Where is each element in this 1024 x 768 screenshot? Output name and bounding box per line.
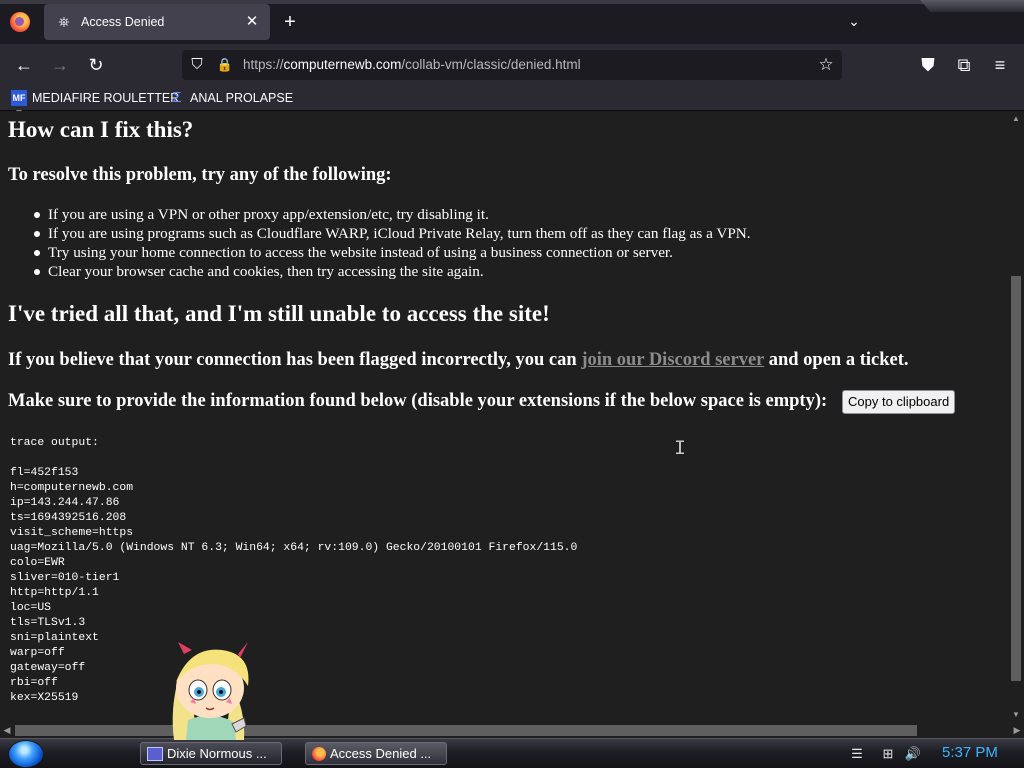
cartoon-mascot-image xyxy=(172,642,249,740)
tab-strip: ⛯ Access Denied ✕ + ⌄ xyxy=(0,0,1024,44)
chevron-down-icon[interactable]: ⌄ xyxy=(845,13,863,31)
bookmark-mediafire-rouletter[interactable]: MF T MEDIAFIRE ROULETTER xyxy=(11,89,180,119)
taskbar-button-access-denied[interactable]: Access Denied ... xyxy=(305,742,447,765)
flagged-text-after: and open a ticket. xyxy=(764,350,909,370)
list-item: If you are using a VPN or other proxy ap… xyxy=(34,205,751,224)
page-content: How can I fix this? To resolve this prob… xyxy=(0,111,1008,723)
heading-how-to-fix: How can I fix this? xyxy=(8,117,194,142)
scroll-down-icon[interactable]: ▼ xyxy=(1008,709,1024,721)
scroll-right-icon[interactable]: ▶ xyxy=(1010,723,1024,738)
discord-link[interactable]: join our Discord server xyxy=(581,350,764,370)
copy-to-clipboard-button[interactable]: Copy to clipboard xyxy=(842,390,956,414)
tab-access-denied[interactable]: ⛯ Access Denied ✕ xyxy=(44,4,270,40)
network-icon[interactable]: ⊞ xyxy=(880,745,896,763)
taskbar: Dixie Normous ... Access Denied ... ☰ ⊞ … xyxy=(0,738,1024,768)
bookmark-anal-prolapse[interactable]: Σ ANAL PROLAPSE xyxy=(169,89,293,107)
vertical-scroll-thumb[interactable] xyxy=(1011,276,1021,681)
trace-output[interactable]: trace output: fl=452f153 h=computernewb.… xyxy=(10,436,577,706)
bookmark-label: MEDIAFIRE ROULETTER xyxy=(32,91,180,105)
heading-still-unable: I've tried all that, and I'm still unabl… xyxy=(8,301,550,326)
scroll-up-icon[interactable]: ▲ xyxy=(1008,113,1024,125)
tab-favicon-icon: ⛯ xyxy=(58,14,70,30)
mediafire-bookmark-icon: MF T xyxy=(11,90,27,119)
navigation-toolbar: ← → ↻ ⛉ 🔒 https://computernewb.com/colla… xyxy=(0,44,1024,86)
bookmark-star-icon[interactable]: ☆ xyxy=(816,55,836,75)
reload-button[interactable]: ↻ xyxy=(85,54,107,76)
sigma-bookmark-icon: Σ xyxy=(172,89,182,106)
start-button[interactable] xyxy=(8,740,44,768)
url-scheme: https:// xyxy=(243,57,284,72)
bookmark-label: ANAL PROLAPSE xyxy=(190,91,294,105)
scroll-left-icon[interactable]: ◀ xyxy=(0,723,14,738)
tray-overflow-icon[interactable]: ☰ xyxy=(846,745,868,763)
list-item: Clear your browser cache and cookies, th… xyxy=(34,262,751,281)
url-path: /collab-vm/classic/denied.html xyxy=(401,57,581,72)
forward-button[interactable]: → xyxy=(49,54,71,76)
vertical-scrollbar[interactable]: ▲ ▼ xyxy=(1008,111,1024,723)
tab-title: Access Denied xyxy=(81,15,165,29)
flagged-paragraph: If you believe that your connection has … xyxy=(8,350,909,371)
lock-icon[interactable]: 🔒 xyxy=(216,56,234,74)
text-cursor-icon: I xyxy=(674,438,687,461)
info-instruction: Make sure to provide the information fou… xyxy=(8,391,828,411)
taskbar-button-label: Dixie Normous ... xyxy=(167,746,267,761)
flagged-text-before: If you believe that your connection has … xyxy=(8,350,582,370)
tracking-protection-shield-icon[interactable]: ⛉ xyxy=(188,56,206,74)
taskbar-button-dixie[interactable]: Dixie Normous ... xyxy=(140,742,282,765)
list-item: If you are using programs such as Cloudf… xyxy=(34,225,751,242)
clock[interactable]: 5:37 PM xyxy=(942,744,998,761)
firefox-taskbar-icon xyxy=(312,746,326,761)
taskbar-button-label: Access Denied ... xyxy=(330,746,432,761)
horizontal-scrollbar[interactable]: ◀ ▶ xyxy=(0,723,1024,738)
new-tab-button[interactable]: + xyxy=(280,12,300,32)
close-tab-icon[interactable]: ✕ xyxy=(244,14,260,30)
url-host: computernewb.com xyxy=(283,57,402,72)
horizontal-scroll-thumb[interactable] xyxy=(15,725,917,736)
volume-icon[interactable]: 🔊 xyxy=(904,745,922,763)
menu-icon[interactable]: ≡ xyxy=(989,54,1011,76)
extensions-icon[interactable]: ⧉ xyxy=(953,54,975,76)
pocket-icon[interactable]: ⛊ xyxy=(917,54,939,76)
url-text[interactable]: https://computernewb.com/collab-vm/class… xyxy=(243,57,581,72)
suggestions-list: If you are using a VPN or other proxy ap… xyxy=(34,205,751,281)
url-bar[interactable]: ⛉ 🔒 https://computernewb.com/collab-vm/c… xyxy=(182,50,842,80)
list-item: Try using your home connection to access… xyxy=(34,243,751,262)
window-frame-decoration xyxy=(920,0,1024,12)
firefox-icon[interactable] xyxy=(10,12,30,32)
bookmarks-toolbar: MF T MEDIAFIRE ROULETTER Σ ANAL PROLAPSE xyxy=(0,86,1024,119)
window-app-icon xyxy=(147,746,163,761)
back-button[interactable]: ← xyxy=(13,54,35,76)
heading-resolve: To resolve this problem, try any of the … xyxy=(8,165,392,185)
